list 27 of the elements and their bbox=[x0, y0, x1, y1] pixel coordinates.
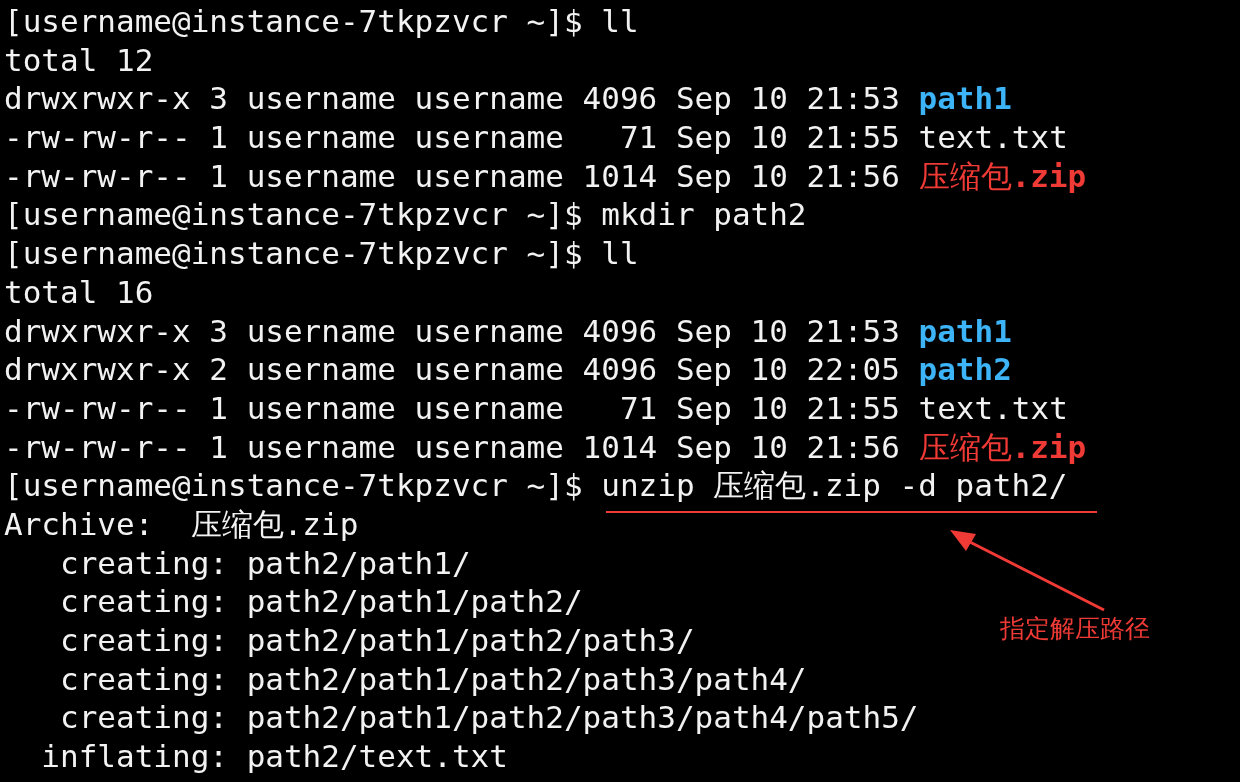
command-text: unzip 压缩包.zip -d path2/ bbox=[601, 467, 1068, 504]
terminal-text: Archive: 压缩包.zip bbox=[4, 505, 359, 542]
annotation-label: 指定解压路径 bbox=[1000, 613, 1150, 645]
terminal-text: [username@instance-7tkpzvcr ~]$ mkdir path2 bbox=[4, 196, 807, 233]
terminal-text: drwxrwxr-x 2 username username 4096 Sep 10 22:05 bbox=[4, 351, 901, 388]
terminal-text: [username@instance-7tkpzvcr ~]$ bbox=[4, 467, 584, 504]
terminal-text: creating: path2/path1/path2/path3/ bbox=[59, 622, 695, 658]
terminal-text: -rw-rw-r-- 1 username username 71 Sep 10 21:55 text.txt bbox=[4, 389, 1068, 426]
terminal-text: [username@instance-7tkpzvcr ~]$ ll bbox=[4, 235, 639, 272]
terminal-text: -rw-rw-r-- 1 username username 1014 Sep 10 21:56 bbox=[4, 428, 901, 465]
archive-name: 压缩包.zip bbox=[918, 157, 1087, 194]
terminal-text: -rw-rw-r-- 1 username username 1014 Sep 10 21:56 bbox=[4, 157, 901, 194]
terminal-text: creating: path2/path1/path2/ bbox=[59, 583, 583, 620]
terminal-text: creating: path2/path1/path2/path3/path4/ bbox=[59, 660, 807, 697]
directory-name: path2 bbox=[918, 351, 1012, 388]
directory-name: path1 bbox=[918, 312, 1012, 349]
terminal-text: drwxrwxr-x 3 username username 4096 Sep 10 21:53 bbox=[4, 312, 901, 349]
terminal-text: [username@instance-7tkpzvcr ~]$ ll bbox=[4, 3, 639, 39]
directory-name: path1 bbox=[918, 80, 1012, 117]
terminal-text: inflating: path2/text.txt bbox=[40, 738, 508, 775]
terminal-text: creating: path2/path1/path2/path3/path4/path5/ bbox=[59, 699, 919, 736]
archive-name: 压缩包.zip bbox=[918, 428, 1087, 465]
terminal-text: -rw-rw-r-- 1 username username 71 Sep 10 21:55 text.txt bbox=[4, 119, 1068, 156]
terminal-text: total 12 bbox=[4, 41, 154, 78]
terminal-text: creating: path2/path1/ bbox=[59, 544, 471, 581]
terminal-text: drwxrwxr-x 3 username username 4096 Sep 10 21:53 bbox=[4, 80, 901, 117]
terminal-text: total 16 bbox=[4, 273, 154, 310]
